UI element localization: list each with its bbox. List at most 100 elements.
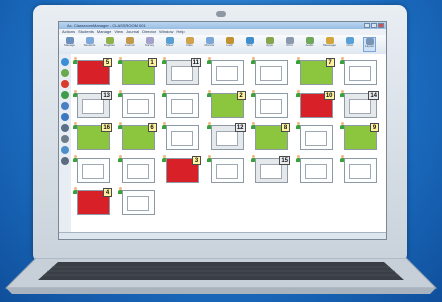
screen-thumbnail — [304, 131, 327, 146]
student-number-badge: 3 — [192, 155, 201, 165]
student-tile[interactable]: 8 — [255, 123, 290, 150]
student-tile[interactable] — [344, 157, 377, 183]
screen-thumbnail — [126, 98, 149, 114]
student-tile[interactable] — [255, 92, 288, 118]
student-tile[interactable]: 5 — [77, 58, 112, 85]
audio-icon — [305, 37, 314, 44]
screen-thumbnail — [349, 98, 371, 114]
student-tile[interactable]: 9 — [344, 123, 379, 150]
register-icon — [105, 37, 114, 44]
ribbon-button-lock[interactable]: Lock — [223, 37, 236, 52]
search-icon[interactable] — [61, 124, 69, 132]
ribbon-button-label: Messages — [323, 44, 336, 47]
student-tile[interactable] — [121, 92, 155, 118]
screen-thumbnail — [304, 163, 327, 179]
ribbon-button-label: Print — [286, 44, 293, 47]
ribbon-button-monitor[interactable]: Monitor — [203, 37, 216, 52]
screen-thumbnail — [171, 131, 193, 146]
student-tile[interactable] — [210, 157, 244, 183]
refresh-icon[interactable] — [61, 91, 69, 99]
student-tile[interactable]: 2 — [210, 90, 246, 118]
add-icon[interactable] — [61, 69, 69, 77]
student-tile[interactable]: 1 — [121, 58, 157, 85]
student-number-badge: 6 — [147, 123, 157, 132]
student-number-badge: 4 — [103, 188, 112, 197]
student-number-badge: 14 — [368, 90, 379, 100]
student-tile[interactable] — [77, 157, 110, 183]
apps-icon — [265, 37, 274, 44]
ribbon-button-audio[interactable]: Audio — [303, 37, 316, 52]
survey-icon — [145, 37, 154, 44]
monitor-icon — [205, 37, 214, 44]
status-bar — [59, 232, 386, 239]
journal-icon — [125, 37, 134, 44]
close-button[interactable] — [378, 23, 384, 28]
student-tile[interactable] — [121, 190, 155, 215]
ribbon-button-layout[interactable]: Layout — [363, 37, 376, 52]
lock-icon[interactable] — [61, 113, 69, 121]
student-tile[interactable] — [344, 60, 377, 85]
student-tile[interactable]: 4 — [77, 188, 112, 215]
ribbon-button-journal[interactable]: Journal — [123, 37, 136, 52]
stop-icon[interactable] — [61, 80, 69, 88]
ribbon-button-messages[interactable]: Messages — [323, 37, 336, 52]
student-tile[interactable] — [166, 125, 199, 150]
student-tile[interactable]: 16 — [77, 123, 112, 150]
ribbon-button-label: Lock — [226, 44, 233, 47]
home-icon[interactable] — [61, 58, 69, 66]
student-number-badge: 15 — [279, 155, 290, 165]
maximize-button[interactable] — [371, 23, 377, 28]
student-tile[interactable] — [299, 157, 333, 183]
student-number-badge: 2 — [236, 90, 246, 100]
student-tile[interactable] — [166, 92, 199, 118]
student-tile[interactable] — [299, 125, 333, 150]
ribbon-button-files[interactable]: Files — [183, 37, 196, 52]
student-tile[interactable] — [255, 60, 288, 85]
print-icon — [285, 37, 294, 44]
student-number-badge: 1 — [147, 58, 157, 67]
ribbon-button-show[interactable]: Show — [163, 37, 176, 52]
ribbon-button-chat[interactable]: Chat — [343, 37, 356, 52]
monitor-icon[interactable] — [61, 157, 69, 165]
layout-icon — [365, 38, 374, 45]
web-icon — [245, 37, 254, 44]
student-tile[interactable]: 12 — [210, 123, 246, 150]
settings-icon[interactable] — [61, 135, 69, 143]
ribbon-button-print[interactable]: Print — [283, 37, 296, 52]
ribbon-button-manage[interactable]: Manage — [63, 37, 76, 52]
window-title: Ac. ClassroomManager - CLASSROOM 001 — [67, 23, 146, 28]
student-tile[interactable]: 3 — [166, 155, 201, 183]
student-tile[interactable]: 11 — [166, 58, 201, 85]
ribbon-button-register[interactable]: Register — [103, 37, 116, 52]
grid-icon[interactable] — [61, 146, 69, 154]
student-tile[interactable]: 7 — [299, 58, 335, 85]
student-tile[interactable]: 6 — [121, 123, 157, 150]
ribbon-button-apps[interactable]: Apps — [263, 37, 276, 52]
student-tile[interactable] — [210, 60, 244, 85]
ribbon-button-label: Audio — [305, 44, 314, 47]
ribbon-button-survey[interactable]: Survey — [143, 37, 156, 52]
users-icon[interactable] — [61, 102, 69, 110]
students-icon — [85, 37, 94, 44]
window-controls — [364, 23, 384, 28]
screen-thumbnail — [349, 66, 371, 81]
ribbon-button-label: Manage — [64, 44, 75, 47]
screen-thumbnail — [126, 196, 149, 211]
app-window: Ac. ClassroomManager - CLASSROOM 001 Act… — [58, 21, 387, 240]
student-tile[interactable] — [121, 157, 155, 183]
student-tile[interactable]: 10 — [299, 90, 335, 118]
ribbon-button-students[interactable]: Students — [83, 37, 96, 52]
minimize-button[interactable] — [364, 23, 370, 28]
messages-icon — [325, 37, 334, 44]
ribbon-button-web[interactable]: Web — [243, 37, 256, 52]
screen-thumbnail — [126, 163, 149, 179]
ribbon-button-label: Show — [165, 44, 174, 47]
ribbon-button-label: Monitor — [204, 44, 215, 47]
files-icon — [185, 37, 194, 44]
student-number-badge: 11 — [190, 58, 201, 67]
student-tile[interactable]: 14 — [344, 90, 379, 118]
student-tile[interactable]: 15 — [255, 155, 290, 183]
student-tile[interactable]: 13 — [77, 90, 112, 118]
screen-thumbnail — [215, 163, 238, 179]
chat-icon — [345, 37, 354, 44]
